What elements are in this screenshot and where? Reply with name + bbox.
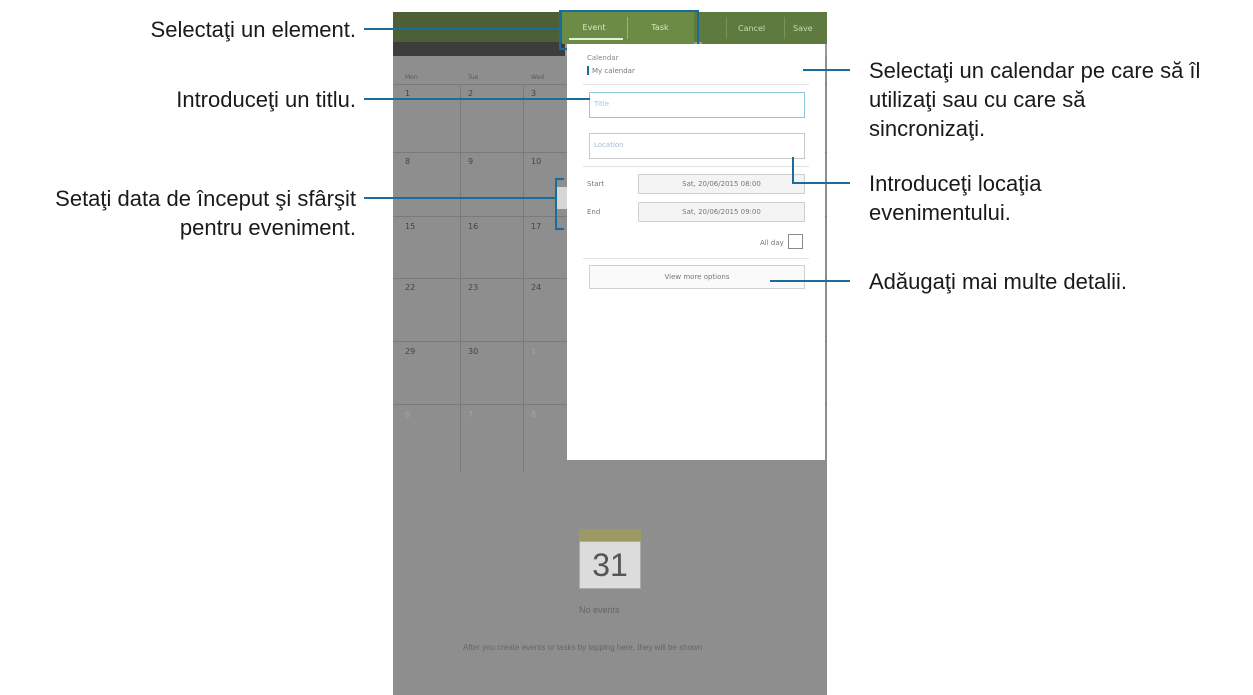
- day-cell: 22: [405, 283, 416, 292]
- divider: [583, 166, 809, 167]
- grid-line: [523, 84, 524, 472]
- weekday-tue: Tue: [468, 74, 479, 81]
- today-date-icon: 31: [579, 529, 641, 589]
- action-bar-left: [393, 12, 565, 42]
- annotation-select-calendar-line2: utilizaţi sau cu care să: [869, 87, 1086, 112]
- calendar-color-bar: [587, 66, 589, 75]
- toolbar-divider: [726, 17, 727, 39]
- annotation-enter-location-line1: Introduceţi locaţia: [869, 171, 1042, 196]
- grid-line: [460, 84, 461, 472]
- calendar-icon-header: [579, 529, 641, 541]
- annotation-set-dates-line1: Setaţi data de început şi sfârşit: [55, 186, 356, 211]
- annotation-set-dates-line2: pentru eveniment.: [179, 215, 356, 240]
- scroll-handle: [557, 187, 567, 209]
- day-cell: 23: [468, 283, 479, 292]
- location-placeholder: Location: [594, 141, 624, 149]
- annotation-select-calendar-line1: Selectaţi un calendar pe care să îl: [869, 58, 1201, 83]
- callout-line-select-item: [364, 28, 559, 30]
- annotation-enter-title: Introduceţi un titlu.: [176, 87, 356, 112]
- callout-line-title: [364, 98, 590, 100]
- annotation-select-item: Selectaţi un element.: [150, 17, 356, 42]
- day-cell: 3: [531, 89, 537, 98]
- end-label: End: [587, 208, 601, 216]
- title-field[interactable]: Title: [589, 92, 805, 118]
- day-cell: 15: [405, 222, 416, 231]
- day-cell: 2: [468, 89, 474, 98]
- day-cell: 9: [468, 157, 474, 166]
- weekday-wed: Wed: [531, 74, 545, 81]
- divider: [583, 258, 809, 259]
- toolbar-divider: [784, 17, 785, 39]
- save-button[interactable]: Save: [793, 24, 813, 33]
- day-cell: 1: [531, 347, 537, 356]
- annotation-enter-location-line2: evenimentului.: [869, 200, 1011, 225]
- day-cell: 29: [405, 347, 416, 356]
- day-cell: 8: [405, 157, 411, 166]
- allday-checkbox[interactable]: [788, 234, 803, 249]
- day-cell: 10: [531, 157, 542, 166]
- day-cell: 30: [468, 347, 479, 356]
- callout-line-location-h: [792, 182, 850, 184]
- start-label: Start: [587, 180, 605, 188]
- empty-hint-text: After you create events or tasks by tapp…: [463, 643, 703, 652]
- day-cell: 8: [531, 410, 537, 419]
- annotation-add-details: Adăugaţi mai multe detalii.: [869, 269, 1128, 294]
- day-cell: 24: [531, 283, 542, 292]
- callout-line-location-v: [792, 157, 794, 183]
- day-cell: 7: [468, 410, 474, 419]
- calendar-label: Calendar: [587, 54, 619, 62]
- view-more-options-button[interactable]: View more options: [589, 265, 805, 289]
- month-header: [393, 42, 565, 56]
- event-form-panel: Calendar My calendar Title Location Star…: [567, 44, 825, 460]
- weekday-mon: Mon: [405, 74, 418, 81]
- day-cell: 17: [531, 222, 542, 231]
- location-field[interactable]: Location: [589, 133, 805, 159]
- end-date-field[interactable]: Sat, 20/06/2015 09:00: [638, 202, 805, 222]
- no-events-text: No events: [579, 605, 620, 615]
- title-placeholder: Title: [594, 100, 610, 108]
- cancel-button[interactable]: Cancel: [738, 24, 765, 33]
- today-day-number: 31: [579, 541, 641, 589]
- allday-label: All day: [760, 239, 784, 247]
- divider: [583, 84, 809, 85]
- callout-line-dates: [364, 197, 555, 199]
- callout-line-calendar: [803, 69, 850, 71]
- day-cell: 1: [405, 89, 411, 98]
- annotation-select-calendar-line3: sincronizaţi.: [869, 116, 986, 141]
- start-date-field[interactable]: Sat, 20/06/2015 08:00: [638, 174, 805, 194]
- day-cell: 6: [405, 410, 411, 419]
- day-cell: 16: [468, 222, 479, 231]
- calendar-selector[interactable]: My calendar: [592, 67, 635, 75]
- callout-line-details: [770, 280, 850, 282]
